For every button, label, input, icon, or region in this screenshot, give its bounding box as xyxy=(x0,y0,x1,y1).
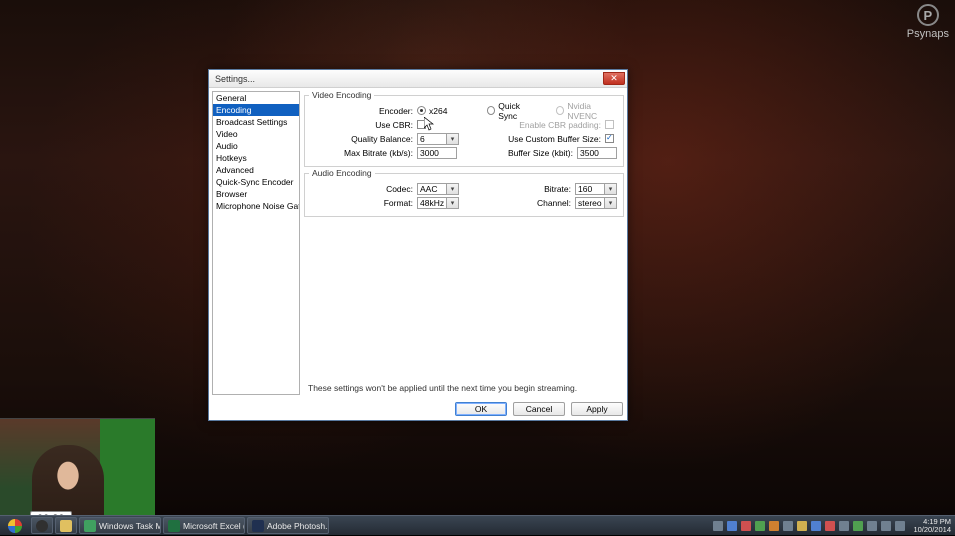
volume-icon[interactable] xyxy=(895,521,905,531)
taskbar-item-obs[interactable] xyxy=(31,517,53,534)
close-button[interactable]: ✕ xyxy=(603,72,625,85)
bitrate-combo[interactable]: 160 xyxy=(575,183,617,195)
taskbar-label: Windows Task M... xyxy=(99,521,161,531)
sidebar-item-browser[interactable]: Browser xyxy=(213,188,299,200)
use-cbr-label: Use CBR: xyxy=(311,120,417,130)
taskbar-item-explorer[interactable] xyxy=(55,517,77,534)
encoder-nvenc-text: Nvidia NVENC xyxy=(567,101,617,121)
sidebar-item-audio[interactable]: Audio xyxy=(213,140,299,152)
ok-button[interactable]: OK xyxy=(455,402,507,416)
encoder-x264-text: x264 xyxy=(429,106,447,116)
titlebar[interactable]: Settings... ✕ xyxy=(209,70,627,88)
use-cbr-checkbox[interactable] xyxy=(417,120,426,129)
tray-icon[interactable] xyxy=(741,521,751,531)
cbr-padding-checkbox xyxy=(605,120,614,129)
clock-date: 10/20/2014 xyxy=(913,526,951,534)
watermark-text: Psynaps xyxy=(907,28,949,40)
settings-note: These settings won't be applied until th… xyxy=(304,381,624,395)
taskbar-item-photoshop[interactable]: Adobe Photosh... xyxy=(247,517,329,534)
cbr-padding-label: Enable CBR padding: xyxy=(471,120,605,130)
taskbar-clock[interactable]: 4:19 PM 10/20/2014 xyxy=(913,518,951,533)
sidebar-item-quicksync[interactable]: Quick-Sync Encoder xyxy=(213,176,299,188)
tray-icon[interactable] xyxy=(755,521,765,531)
custom-buffer-checkbox[interactable] xyxy=(605,134,614,143)
encoder-label: Encoder: xyxy=(311,106,417,116)
settings-sidebar: General Encoding Broadcast Settings Vide… xyxy=(212,91,300,395)
obs-icon xyxy=(36,520,48,532)
tray-icon[interactable] xyxy=(853,521,863,531)
encoder-nvenc-radio xyxy=(556,106,564,115)
cancel-button[interactable]: Cancel xyxy=(513,402,565,416)
quality-label: Quality Balance: xyxy=(311,134,417,144)
tray-icon[interactable] xyxy=(825,521,835,531)
excel-icon xyxy=(168,520,180,532)
dialog-buttons: OK Cancel Apply xyxy=(209,398,627,420)
max-bitrate-input[interactable]: 3000 xyxy=(417,147,457,159)
channel-label: Channel: xyxy=(471,198,575,208)
quality-combo[interactable]: 6 xyxy=(417,133,459,145)
max-bitrate-label: Max Bitrate (kb/s): xyxy=(311,148,417,158)
channel-combo[interactable]: stereo xyxy=(575,197,617,209)
sidebar-item-hotkeys[interactable]: Hotkeys xyxy=(213,152,299,164)
format-label: Format: xyxy=(311,198,417,208)
encoder-quicksync-text: Quick Sync xyxy=(498,101,536,121)
video-encoding-legend: Video Encoding xyxy=(309,90,374,100)
sidebar-item-video[interactable]: Video xyxy=(213,128,299,140)
apply-button[interactable]: Apply xyxy=(571,402,623,416)
start-button[interactable] xyxy=(0,516,30,536)
dialog-title: Settings... xyxy=(215,74,255,84)
folder-icon xyxy=(60,520,72,532)
audio-encoding-legend: Audio Encoding xyxy=(309,168,375,178)
taskbar-label: Adobe Photosh... xyxy=(267,521,329,531)
watermark: P Psynaps xyxy=(907,4,949,40)
settings-dialog: Settings... ✕ General Encoding Broadcast… xyxy=(208,69,628,421)
watermark-logo: P xyxy=(917,4,939,26)
tray-icon[interactable] xyxy=(713,521,723,531)
tray-icon[interactable] xyxy=(811,521,821,531)
sidebar-item-advanced[interactable]: Advanced xyxy=(213,164,299,176)
taskmgr-icon xyxy=(84,520,96,532)
settings-content: Video Encoding Encoder: x264 Quick Sync xyxy=(304,91,624,395)
system-tray[interactable]: 4:19 PM 10/20/2014 xyxy=(709,518,955,533)
sidebar-item-encoding[interactable]: Encoding xyxy=(213,104,299,116)
buffer-size-label: Buffer Size (kbit): xyxy=(471,148,577,158)
codec-combo[interactable]: AAC xyxy=(417,183,459,195)
format-combo[interactable]: 48kHz xyxy=(417,197,459,209)
sidebar-item-broadcast[interactable]: Broadcast Settings xyxy=(213,116,299,128)
taskbar[interactable]: Windows Task M... Microsoft Excel (P... … xyxy=(0,515,955,535)
tray-icon[interactable] xyxy=(797,521,807,531)
tray-icon[interactable] xyxy=(727,521,737,531)
taskbar-item-excel[interactable]: Microsoft Excel (P... xyxy=(163,517,245,534)
sidebar-item-noise-gate[interactable]: Microphone Noise Gate xyxy=(213,200,299,212)
sidebar-item-general[interactable]: General xyxy=(213,92,299,104)
bitrate-label: Bitrate: xyxy=(471,184,575,194)
audio-encoding-group: Audio Encoding Codec: AAC Bitrate: 160 F xyxy=(304,173,624,217)
photoshop-icon xyxy=(252,520,264,532)
tray-icon[interactable] xyxy=(769,521,779,531)
taskbar-item-taskmgr[interactable]: Windows Task M... xyxy=(79,517,161,534)
tray-icon[interactable] xyxy=(867,521,877,531)
network-icon[interactable] xyxy=(881,521,891,531)
codec-label: Codec: xyxy=(311,184,417,194)
custom-buffer-label: Use Custom Buffer Size: xyxy=(471,134,605,144)
windows-logo-icon xyxy=(8,519,22,533)
encoder-x264-radio[interactable] xyxy=(417,106,426,115)
buffer-size-input[interactable]: 3500 xyxy=(577,147,617,159)
tray-icon[interactable] xyxy=(839,521,849,531)
taskbar-label: Microsoft Excel (P... xyxy=(183,521,245,531)
encoder-quicksync-radio[interactable] xyxy=(487,106,495,115)
video-encoding-group: Video Encoding Encoder: x264 Quick Sync xyxy=(304,95,624,167)
tray-icon[interactable] xyxy=(783,521,793,531)
